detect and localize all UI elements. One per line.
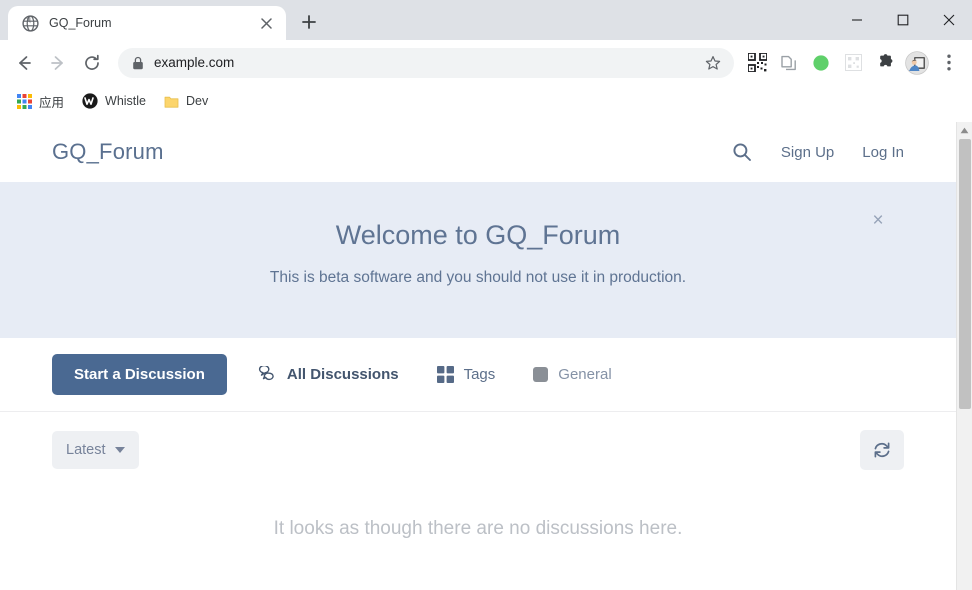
extensions-puzzle-icon[interactable] [870, 48, 900, 78]
chat-bubbles-icon [257, 366, 277, 383]
hero-title: Welcome to GQ_Forum [52, 220, 904, 251]
new-tab-button[interactable] [294, 7, 324, 37]
scroll-up-arrow-icon[interactable] [957, 122, 972, 139]
sort-label: Latest [66, 442, 106, 458]
tab-title: GQ_Forum [49, 16, 246, 30]
hero-close-icon[interactable]: × [866, 208, 890, 232]
page-viewport: GQ_Forum Sign Up Log In Welcome to GQ_Fo… [0, 122, 972, 590]
nav-label: Tags [464, 366, 496, 383]
back-button[interactable] [8, 47, 40, 79]
sign-up-link[interactable]: Sign Up [781, 144, 834, 161]
chevron-down-icon [115, 447, 125, 453]
three-dot-menu-icon[interactable] [934, 48, 964, 78]
welcome-hero: Welcome to GQ_Forum This is beta softwar… [0, 182, 956, 338]
minimize-button[interactable] [834, 0, 880, 40]
folder-icon [164, 94, 179, 109]
profile-avatar-icon[interactable] [902, 48, 932, 78]
browser-toolbar: example.com [0, 40, 972, 85]
tag-color-swatch [533, 367, 548, 382]
nav-all-discussions[interactable]: All Discussions [249, 360, 407, 389]
close-window-button[interactable] [926, 0, 972, 40]
empty-state-message: It looks as though there are no discussi… [0, 488, 956, 540]
start-discussion-button[interactable]: Start a Discussion [52, 354, 227, 395]
search-icon[interactable] [731, 141, 753, 163]
bookmark-label: 应用 [39, 92, 64, 111]
apps-grid-icon [17, 94, 32, 109]
lock-icon [132, 56, 144, 70]
bookmarks-bar: 应用 Whistle Dev [0, 85, 972, 117]
address-bar[interactable]: example.com [118, 48, 734, 78]
green-status-icon[interactable] [806, 48, 836, 78]
bookmark-label: Whistle [105, 94, 146, 108]
maximize-button[interactable] [880, 0, 926, 40]
title-bar: GQ_Forum [0, 0, 972, 40]
discussion-controls: Latest [0, 412, 956, 488]
browser-window: GQ_Forum [0, 0, 972, 590]
browser-tab[interactable]: GQ_Forum [8, 6, 286, 40]
window-controls [834, 0, 972, 40]
qr-code-icon[interactable] [742, 48, 772, 78]
forum-header-actions: Sign Up Log In [731, 141, 904, 163]
bookmark-dev[interactable]: Dev [157, 91, 215, 112]
bookmark-whistle[interactable]: Whistle [75, 90, 153, 112]
duplicate-pages-icon[interactable] [774, 48, 804, 78]
nav-tags[interactable]: Tags [429, 360, 504, 389]
tab-close-icon[interactable] [256, 13, 276, 33]
url-text: example.com [154, 55, 690, 70]
forum-brand[interactable]: GQ_Forum [52, 139, 164, 165]
nav-label: All Discussions [287, 366, 399, 383]
refresh-icon [872, 440, 892, 460]
reload-button[interactable] [76, 47, 108, 79]
bookmark-apps[interactable]: 应用 [10, 89, 71, 114]
log-in-link[interactable]: Log In [862, 144, 904, 161]
hero-subtitle: This is beta software and you should not… [52, 269, 904, 287]
faded-qr-icon[interactable] [838, 48, 868, 78]
tab-strip: GQ_Forum [0, 0, 324, 40]
forum-nav: Start a Discussion All Discussions [0, 338, 956, 412]
nav-general-tag[interactable]: General [525, 360, 619, 389]
forum-page: GQ_Forum Sign Up Log In Welcome to GQ_Fo… [0, 122, 956, 590]
tags-grid-icon [437, 366, 454, 383]
bookmark-label: Dev [186, 94, 208, 108]
forum-header: GQ_Forum Sign Up Log In [0, 122, 956, 182]
scrollbar-thumb[interactable] [959, 139, 971, 409]
whistle-w-icon [82, 93, 98, 109]
page-scrollbar[interactable] [956, 122, 972, 590]
sort-dropdown[interactable]: Latest [52, 431, 139, 469]
refresh-button[interactable] [860, 430, 904, 470]
globe-icon [22, 15, 39, 32]
forward-button [42, 47, 74, 79]
nav-label: General [558, 366, 611, 383]
bookmark-star-icon[interactable] [700, 50, 726, 76]
